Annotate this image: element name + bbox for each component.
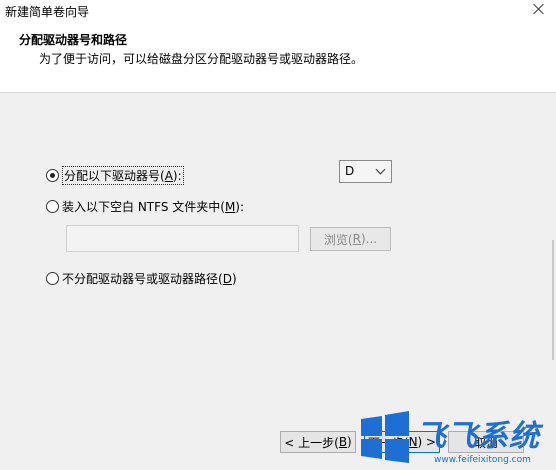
window-edge — [552, 240, 554, 360]
page-subtitle: 为了便于访问，可以给磁盘分区分配驱动器号或驱动器路径。 — [39, 52, 364, 66]
assign-letter-radio[interactable] — [46, 169, 59, 182]
watermark-url: www.feifeixitong.com — [434, 455, 531, 465]
chevron-down-icon — [375, 164, 386, 175]
no-assign-label: 不分配驱动器号或驱动器路径(D) — [62, 272, 237, 286]
mount-folder-label: 装入以下空白 NTFS 文件夹中(M): — [62, 200, 245, 214]
mount-folder-radio[interactable] — [46, 200, 59, 213]
close-icon[interactable] — [532, 2, 546, 16]
watermark-brand: 飞飞系统 — [416, 419, 540, 454]
back-button[interactable]: < 上一步(B) — [280, 431, 356, 453]
folder-path-input[interactable] — [66, 225, 299, 252]
wizard-header: 分配驱动器号和路径 为了便于访问，可以给磁盘分区分配驱动器号或驱动器路径。 — [0, 22, 556, 93]
window-title: 新建简单卷向导 — [5, 5, 90, 19]
no-assign-radio[interactable] — [46, 272, 59, 285]
option-no-assign[interactable]: 不分配驱动器号或驱动器路径(D) — [46, 270, 237, 287]
windows-logo-icon — [361, 411, 409, 463]
option-assign-letter[interactable]: 分配以下驱动器号(A): — [46, 166, 184, 185]
page-title: 分配驱动器号和路径 — [19, 33, 128, 47]
watermark: 飞飞系统 www.feifeixitong.com — [356, 405, 556, 470]
drive-letter-value: D — [345, 164, 355, 178]
title-bar: 新建简单卷向导 — [0, 0, 556, 22]
option-mount-folder[interactable]: 装入以下空白 NTFS 文件夹中(M): — [46, 198, 244, 215]
assign-letter-label: 分配以下驱动器号(A): — [62, 166, 184, 185]
browse-button[interactable]: 浏览(R)... — [310, 227, 391, 251]
drive-letter-select[interactable]: D — [339, 160, 392, 183]
